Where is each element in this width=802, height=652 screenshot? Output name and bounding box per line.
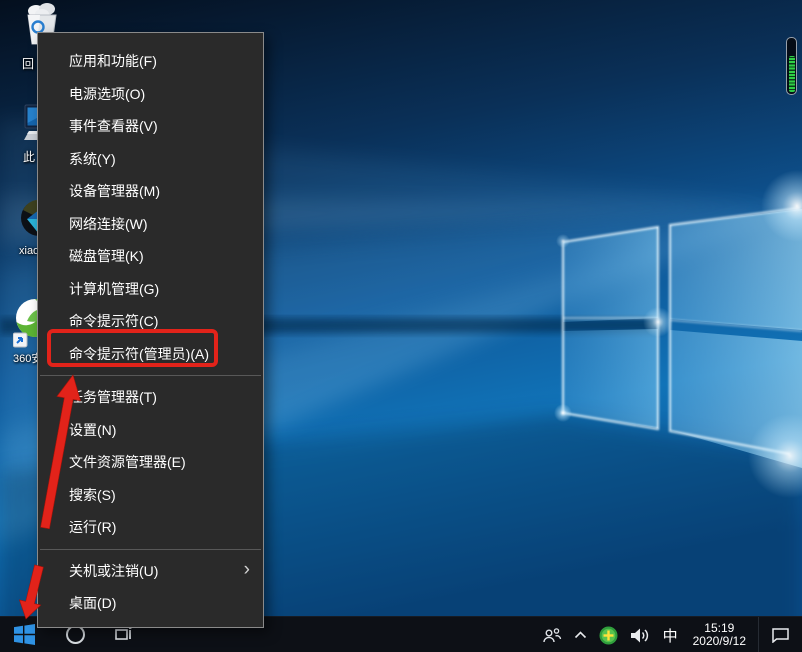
menu-item-device-manager[interactable]: 设备管理器(M) [38,175,263,208]
menu-item-event-viewer[interactable]: 事件查看器(V) [38,110,263,143]
desktop-label-recycle-bin[interactable]: 回 [22,55,34,72]
menu-item-label: 系统(Y) [69,149,116,169]
highlight-box-command-prompt-admin [47,329,218,367]
desktop-label-this-pc[interactable]: 此 [23,148,35,165]
task-view-icon [114,626,133,643]
menu-item-computer-management[interactable]: 计算机管理(G) [38,273,263,306]
action-center-button[interactable] [758,617,802,652]
menu-item-label: 磁盘管理(K) [69,246,144,266]
menu-item-label: 应用和功能(F) [69,51,157,71]
windows-desktop-screen: 回 此 xiaob 360安 [0,0,802,652]
menu-item-shutdown-or-signout[interactable]: 关机或注销(U) › [38,555,263,588]
menu-item-search[interactable]: 搜索(S) [38,479,263,512]
menu-item-label: 运行(R) [69,517,116,537]
show-hidden-icons-button[interactable] [568,617,593,652]
system-tray: 中 15:19 2020/9/12 [536,617,802,652]
menu-separator [40,375,261,376]
menu-item-task-manager[interactable]: 任务管理器(T) [38,381,263,414]
menu-separator [40,549,261,550]
menu-item-label: 网络连接(W) [69,214,148,234]
menu-item-label: 电源选项(O) [69,84,145,104]
menu-item-file-explorer[interactable]: 文件资源管理器(E) [38,446,263,479]
windows-logo-icon [14,624,35,645]
taskbar-clock[interactable]: 15:19 2020/9/12 [685,622,754,648]
menu-item-label: 文件资源管理器(E) [69,452,186,472]
menu-item-system[interactable]: 系统(Y) [38,143,263,176]
menu-item-label: 事件查看器(V) [69,116,158,136]
menu-item-run[interactable]: 运行(R) [38,511,263,544]
menu-item-label: 设置(N) [69,420,116,440]
volume-button[interactable] [624,617,656,652]
menu-item-desktop[interactable]: 桌面(D) [38,587,263,620]
menu-item-label: 计算机管理(G) [69,279,159,299]
menu-item-label: 搜索(S) [69,485,116,505]
menu-item-network-connections[interactable]: 网络连接(W) [38,208,263,241]
battery-gauge-indicator [786,37,797,95]
antivirus-360-tray-button[interactable] [593,617,624,652]
people-button[interactable] [536,617,568,652]
notification-bubble-icon [771,627,790,643]
green-circle-plus-icon [599,626,618,645]
submenu-chevron-icon: › [244,559,250,581]
menu-item-disk-management[interactable]: 磁盘管理(K) [38,240,263,273]
menu-item-label: 任务管理器(T) [69,387,157,407]
menu-item-apps-and-features[interactable]: 应用和功能(F) [38,45,263,78]
people-icon [542,627,562,644]
menu-item-settings[interactable]: 设置(N) [38,414,263,447]
menu-item-label: 桌面(D) [69,593,116,613]
chevron-up-icon [574,630,587,640]
ime-indicator[interactable]: 中 [656,617,685,652]
speaker-icon [630,627,650,644]
clock-date: 2020/9/12 [693,635,746,648]
menu-item-label: 关机或注销(U) [69,561,158,581]
menu-item-label: 设备管理器(M) [69,181,160,201]
menu-item-power-options[interactable]: 电源选项(O) [38,78,263,111]
